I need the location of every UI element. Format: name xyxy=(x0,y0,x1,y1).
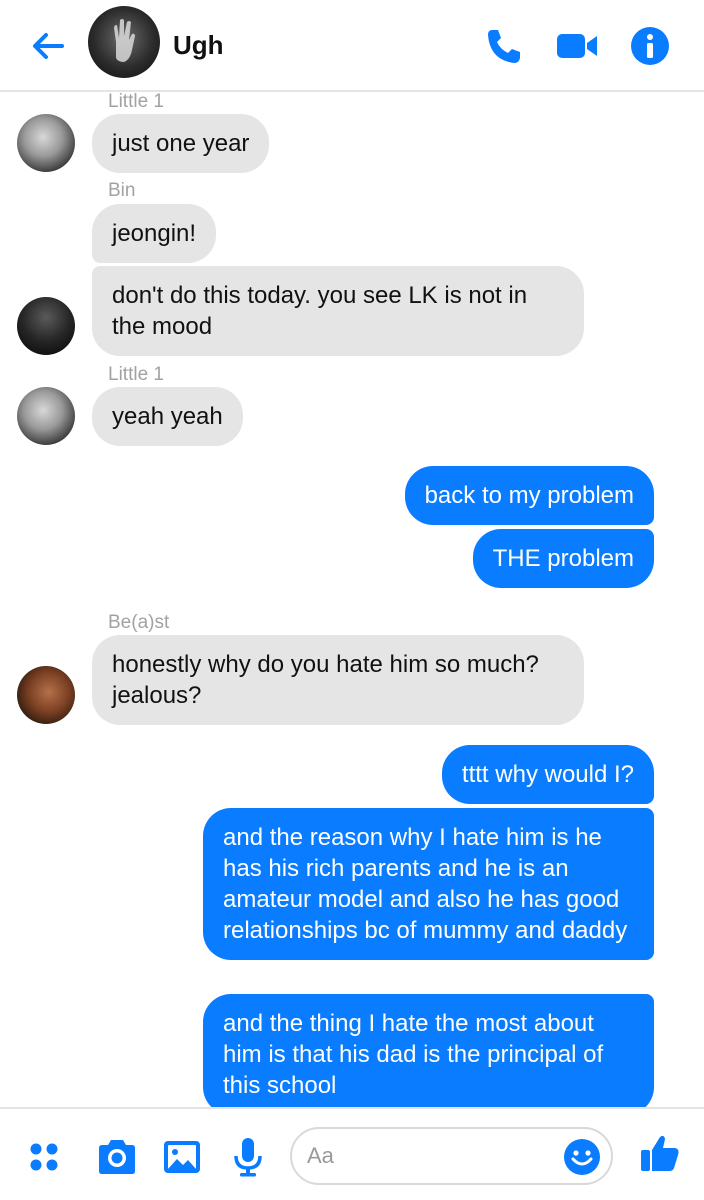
avatar[interactable] xyxy=(17,666,75,724)
incoming-message[interactable]: jeongin! xyxy=(92,204,217,263)
video-camera-icon[interactable] xyxy=(555,24,599,68)
conversation-header: Ugh xyxy=(0,0,704,92)
outgoing-message[interactable]: and the thing I hate the most about him … xyxy=(203,994,654,1115)
gallery-icon[interactable] xyxy=(160,1135,204,1179)
camera-icon[interactable] xyxy=(95,1135,139,1179)
outgoing-message[interactable]: tttt why would I? xyxy=(441,745,654,804)
incoming-message[interactable]: don't do this today. you see LK is not i… xyxy=(92,266,584,356)
message-input[interactable] xyxy=(292,1129,542,1183)
incoming-message[interactable]: honestly why do you hate him so much? je… xyxy=(92,635,584,725)
composer-bar xyxy=(0,1107,704,1200)
sender-name: Little 1 xyxy=(108,364,164,385)
conversation-avatar[interactable] xyxy=(88,6,160,78)
menu-dots-icon[interactable] xyxy=(22,1135,66,1179)
incoming-message[interactable]: just one year xyxy=(92,114,270,173)
sender-name: Be(a)st xyxy=(108,612,170,633)
thumbs-up-icon[interactable] xyxy=(638,1131,682,1175)
conversation-title[interactable]: Ugh xyxy=(173,30,224,61)
avatar[interactable] xyxy=(17,114,75,172)
phone-icon[interactable] xyxy=(482,24,526,68)
avatar[interactable] xyxy=(17,387,75,445)
outgoing-message[interactable]: and the reason why I hate him is he has … xyxy=(203,808,654,960)
outgoing-message[interactable]: back to my problem xyxy=(404,466,654,525)
sender-name: Little 1 xyxy=(108,91,164,112)
emoji-icon[interactable] xyxy=(563,1138,601,1176)
microphone-icon[interactable] xyxy=(226,1135,270,1179)
hand-sign-image xyxy=(114,19,135,62)
back-arrow-icon[interactable] xyxy=(28,26,68,66)
info-icon[interactable] xyxy=(628,24,672,68)
incoming-message[interactable]: yeah yeah xyxy=(92,387,243,446)
message-input-field[interactable] xyxy=(290,1127,613,1185)
sender-name: Bin xyxy=(108,180,136,201)
avatar[interactable] xyxy=(17,297,75,355)
outgoing-message[interactable]: THE problem xyxy=(472,529,654,588)
